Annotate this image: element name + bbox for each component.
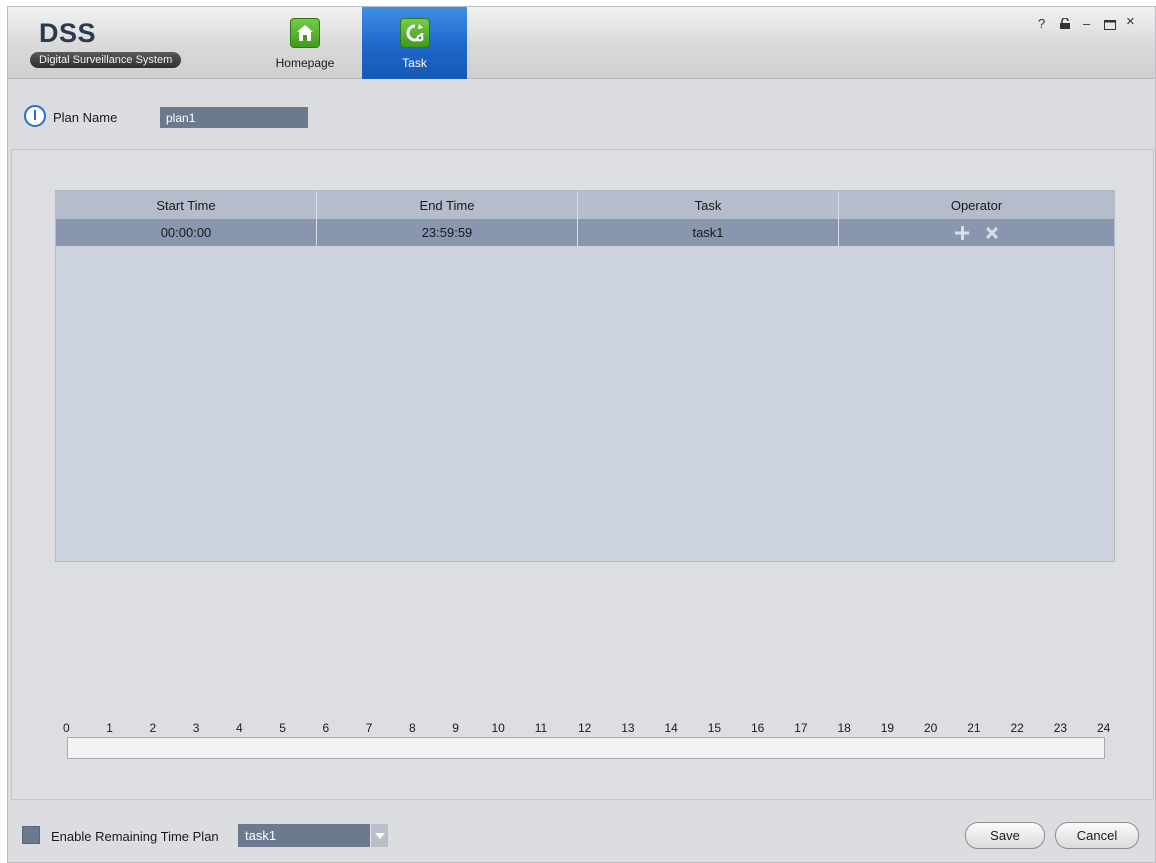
hour-label: 21 (967, 721, 981, 735)
cell-end-time[interactable]: 23:59:59 (317, 219, 578, 246)
hour-label: 12 (578, 721, 592, 735)
enable-remaining-time-checkbox[interactable] (22, 826, 40, 844)
enable-remaining-time-label: Enable Remaining Time Plan (51, 829, 219, 844)
hour-label: 24 (1097, 721, 1111, 735)
hour-label: 3 (192, 721, 200, 735)
hour-label: 23 (1053, 721, 1068, 735)
plan-info-icon (24, 105, 46, 127)
header-operator[interactable]: Operator (839, 191, 1114, 219)
tab-task[interactable]: Task (362, 7, 467, 79)
hour-label: 11 (534, 721, 548, 735)
add-icon[interactable] (953, 224, 971, 242)
hour-label: 4 (236, 721, 243, 735)
tab-task-label: Task (402, 56, 427, 70)
app-subtitle: Digital Surveillance System (30, 52, 182, 68)
app-window: DSS Digital Surveillance System Homepage (7, 6, 1156, 863)
hour-label: 13 (621, 721, 635, 735)
cell-start-time[interactable]: 00:00:00 (56, 219, 317, 246)
plan-name-input[interactable] (160, 107, 308, 128)
header-start-time[interactable]: Start Time (56, 191, 317, 219)
lock-icon[interactable] (1059, 17, 1071, 33)
hour-label: 8 (409, 721, 416, 735)
task-refresh-gear-icon (399, 18, 430, 48)
timeline-bar[interactable] (67, 737, 1105, 759)
hour-label: 15 (707, 721, 722, 735)
hour-label: 9 (452, 721, 459, 735)
hour-label: 17 (794, 721, 808, 735)
hour-label: 14 (664, 721, 678, 735)
remaining-task-select[interactable]: task1 (238, 824, 388, 847)
close-icon[interactable]: × (1126, 14, 1135, 29)
hour-label: 19 (880, 721, 895, 735)
table-row[interactable]: 00:00:00 23:59:59 task1 (56, 219, 1114, 246)
app-logo: DSS (39, 18, 97, 48)
tab-homepage[interactable]: Homepage (260, 7, 350, 79)
hour-label: 16 (751, 721, 765, 735)
hour-label: 20 (924, 721, 938, 735)
title-bar: DSS Digital Surveillance System Homepage (8, 7, 1155, 79)
save-button[interactable]: Save (965, 822, 1045, 849)
hour-label: 0 (63, 721, 70, 735)
hour-label: 10 (491, 721, 505, 735)
hour-label: 7 (365, 721, 373, 735)
table-header: Start Time End Time Task Operator (56, 191, 1114, 219)
hour-label: 5 (279, 721, 286, 735)
hour-label: 1 (106, 721, 113, 735)
delete-icon[interactable] (983, 224, 1001, 242)
chevron-down-icon[interactable] (370, 824, 388, 847)
cell-task[interactable]: task1 (578, 219, 839, 246)
hour-label: 6 (322, 721, 330, 735)
cancel-button[interactable]: Cancel (1055, 822, 1139, 849)
header-end-time[interactable]: End Time (317, 191, 578, 219)
hour-label: 2 (149, 721, 157, 735)
cell-operator (839, 219, 1114, 246)
hour-label: 22 (1010, 721, 1024, 735)
schedule-table: Start Time End Time Task Operator 00:00:… (55, 190, 1115, 562)
hour-label: 18 (837, 721, 851, 735)
remaining-task-select-value: task1 (245, 828, 277, 843)
home-icon (290, 18, 320, 48)
help-icon[interactable]: ? (1038, 17, 1045, 31)
tab-homepage-label: Homepage (275, 56, 335, 70)
header-task[interactable]: Task (578, 191, 839, 219)
minimize-icon[interactable]: – (1083, 17, 1090, 31)
plan-name-label: Plan Name (53, 110, 118, 125)
maximize-icon[interactable] (1104, 19, 1116, 33)
